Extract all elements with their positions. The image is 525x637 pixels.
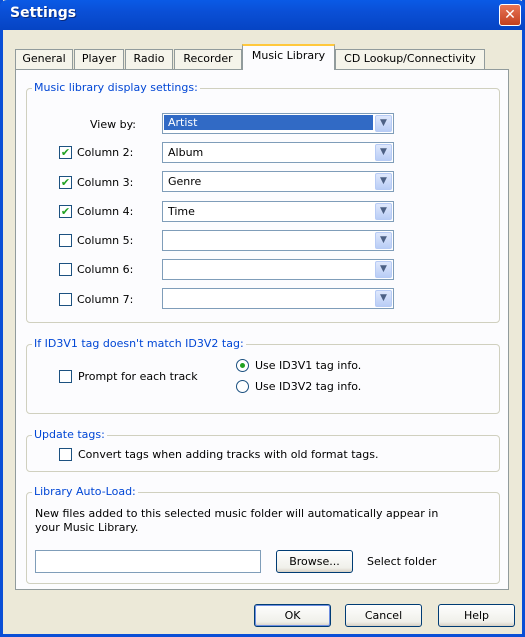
ok-button[interactable]: OK — [254, 604, 331, 627]
display-settings-legend: Music library display settings: — [32, 81, 200, 94]
column-6-select[interactable]: ▼ — [162, 259, 394, 280]
chevron-down-icon[interactable]: ▼ — [375, 203, 392, 220]
column-5-select[interactable]: ▼ — [162, 230, 394, 251]
tab-music-library[interactable]: Music Library — [242, 44, 335, 70]
select-folder-label: Select folder — [367, 555, 437, 568]
auto-load-description-line1: New files added to this selected music f… — [35, 507, 439, 520]
chevron-down-icon[interactable]: ▼ — [375, 144, 392, 161]
cancel-button[interactable]: Cancel — [345, 604, 422, 627]
id3-mismatch-group: If ID3V1 tag doesn't match ID3V2 tag: Pr… — [26, 337, 500, 414]
title-bar[interactable]: Settings ✕ — [0, 0, 525, 30]
chevron-down-icon[interactable]: ▼ — [375, 115, 392, 132]
settings-window: Settings ✕ General Player Radio Recorder… — [0, 0, 525, 637]
update-tags-legend: Update tags: — [32, 428, 107, 441]
auto-load-legend: Library Auto-Load: — [32, 485, 138, 498]
use-id3v1-label: Use ID3V1 tag info. — [255, 359, 362, 372]
chevron-down-icon[interactable]: ▼ — [375, 290, 392, 307]
column-3-select[interactable]: Genre ▼ — [162, 171, 394, 192]
column-6-checkbox[interactable] — [59, 263, 72, 276]
column-3-value: Genre — [168, 175, 202, 188]
tab-radio[interactable]: Radio — [125, 49, 173, 69]
tab-player[interactable]: Player — [74, 49, 124, 69]
column-4-value: Time — [168, 205, 195, 218]
use-id3v2-label: Use ID3V2 tag info. — [255, 380, 362, 393]
column-6-label: Column 6: — [77, 263, 134, 276]
window-title: Settings — [10, 5, 77, 21]
column-5-label: Column 5: — [77, 234, 134, 247]
auto-load-description-line2: your Music Library. — [35, 521, 139, 534]
column-7-label: Column 7: — [77, 293, 134, 306]
column-7-checkbox[interactable] — [59, 293, 72, 306]
column-7-select[interactable]: ▼ — [162, 288, 394, 309]
view-by-select[interactable]: Artist ▼ — [162, 113, 394, 134]
tab-panel: Music library display settings: View by:… — [15, 69, 509, 590]
tab-recorder[interactable]: Recorder — [174, 49, 242, 69]
chevron-down-icon[interactable]: ▼ — [375, 232, 392, 249]
view-by-label: View by: — [90, 118, 136, 131]
chevron-down-icon[interactable]: ▼ — [375, 261, 392, 278]
chevron-down-icon[interactable]: ▼ — [375, 173, 392, 190]
tab-general[interactable]: General — [15, 49, 73, 69]
use-id3v2-radio[interactable] — [236, 380, 249, 393]
column-5-checkbox[interactable] — [59, 234, 72, 247]
prompt-each-track-label: Prompt for each track — [78, 370, 198, 383]
column-3-checkbox[interactable]: ✔ — [59, 176, 72, 189]
column-3-label: Column 3: — [77, 176, 134, 189]
id3-mismatch-legend: If ID3V1 tag doesn't match ID3V2 tag: — [32, 337, 246, 350]
folder-path-input[interactable] — [35, 550, 261, 573]
use-id3v1-radio[interactable] — [236, 359, 249, 372]
display-settings-group: Music library display settings: View by:… — [26, 81, 500, 323]
convert-tags-label: Convert tags when adding tracks with old… — [78, 448, 379, 461]
browse-button[interactable]: Browse... — [276, 550, 353, 573]
convert-tags-checkbox[interactable] — [59, 448, 72, 461]
column-2-select[interactable]: Album ▼ — [162, 142, 394, 163]
auto-load-group: Library Auto-Load: New files added to th… — [26, 485, 500, 584]
column-4-select[interactable]: Time ▼ — [162, 201, 394, 222]
radio-selected-dot — [240, 363, 245, 368]
column-2-label: Column 2: — [77, 146, 134, 159]
prompt-each-track-checkbox[interactable] — [59, 370, 72, 383]
tab-cd-lookup[interactable]: CD Lookup/Connectivity — [335, 49, 485, 69]
close-button[interactable]: ✕ — [499, 4, 521, 26]
column-4-checkbox[interactable]: ✔ — [59, 205, 72, 218]
column-2-value: Album — [168, 146, 204, 159]
help-button[interactable]: Help — [438, 604, 515, 627]
view-by-value: Artist — [164, 115, 373, 130]
update-tags-group: Update tags: Convert tags when adding tr… — [26, 428, 500, 472]
column-4-label: Column 4: — [77, 205, 134, 218]
column-2-checkbox[interactable]: ✔ — [59, 146, 72, 159]
